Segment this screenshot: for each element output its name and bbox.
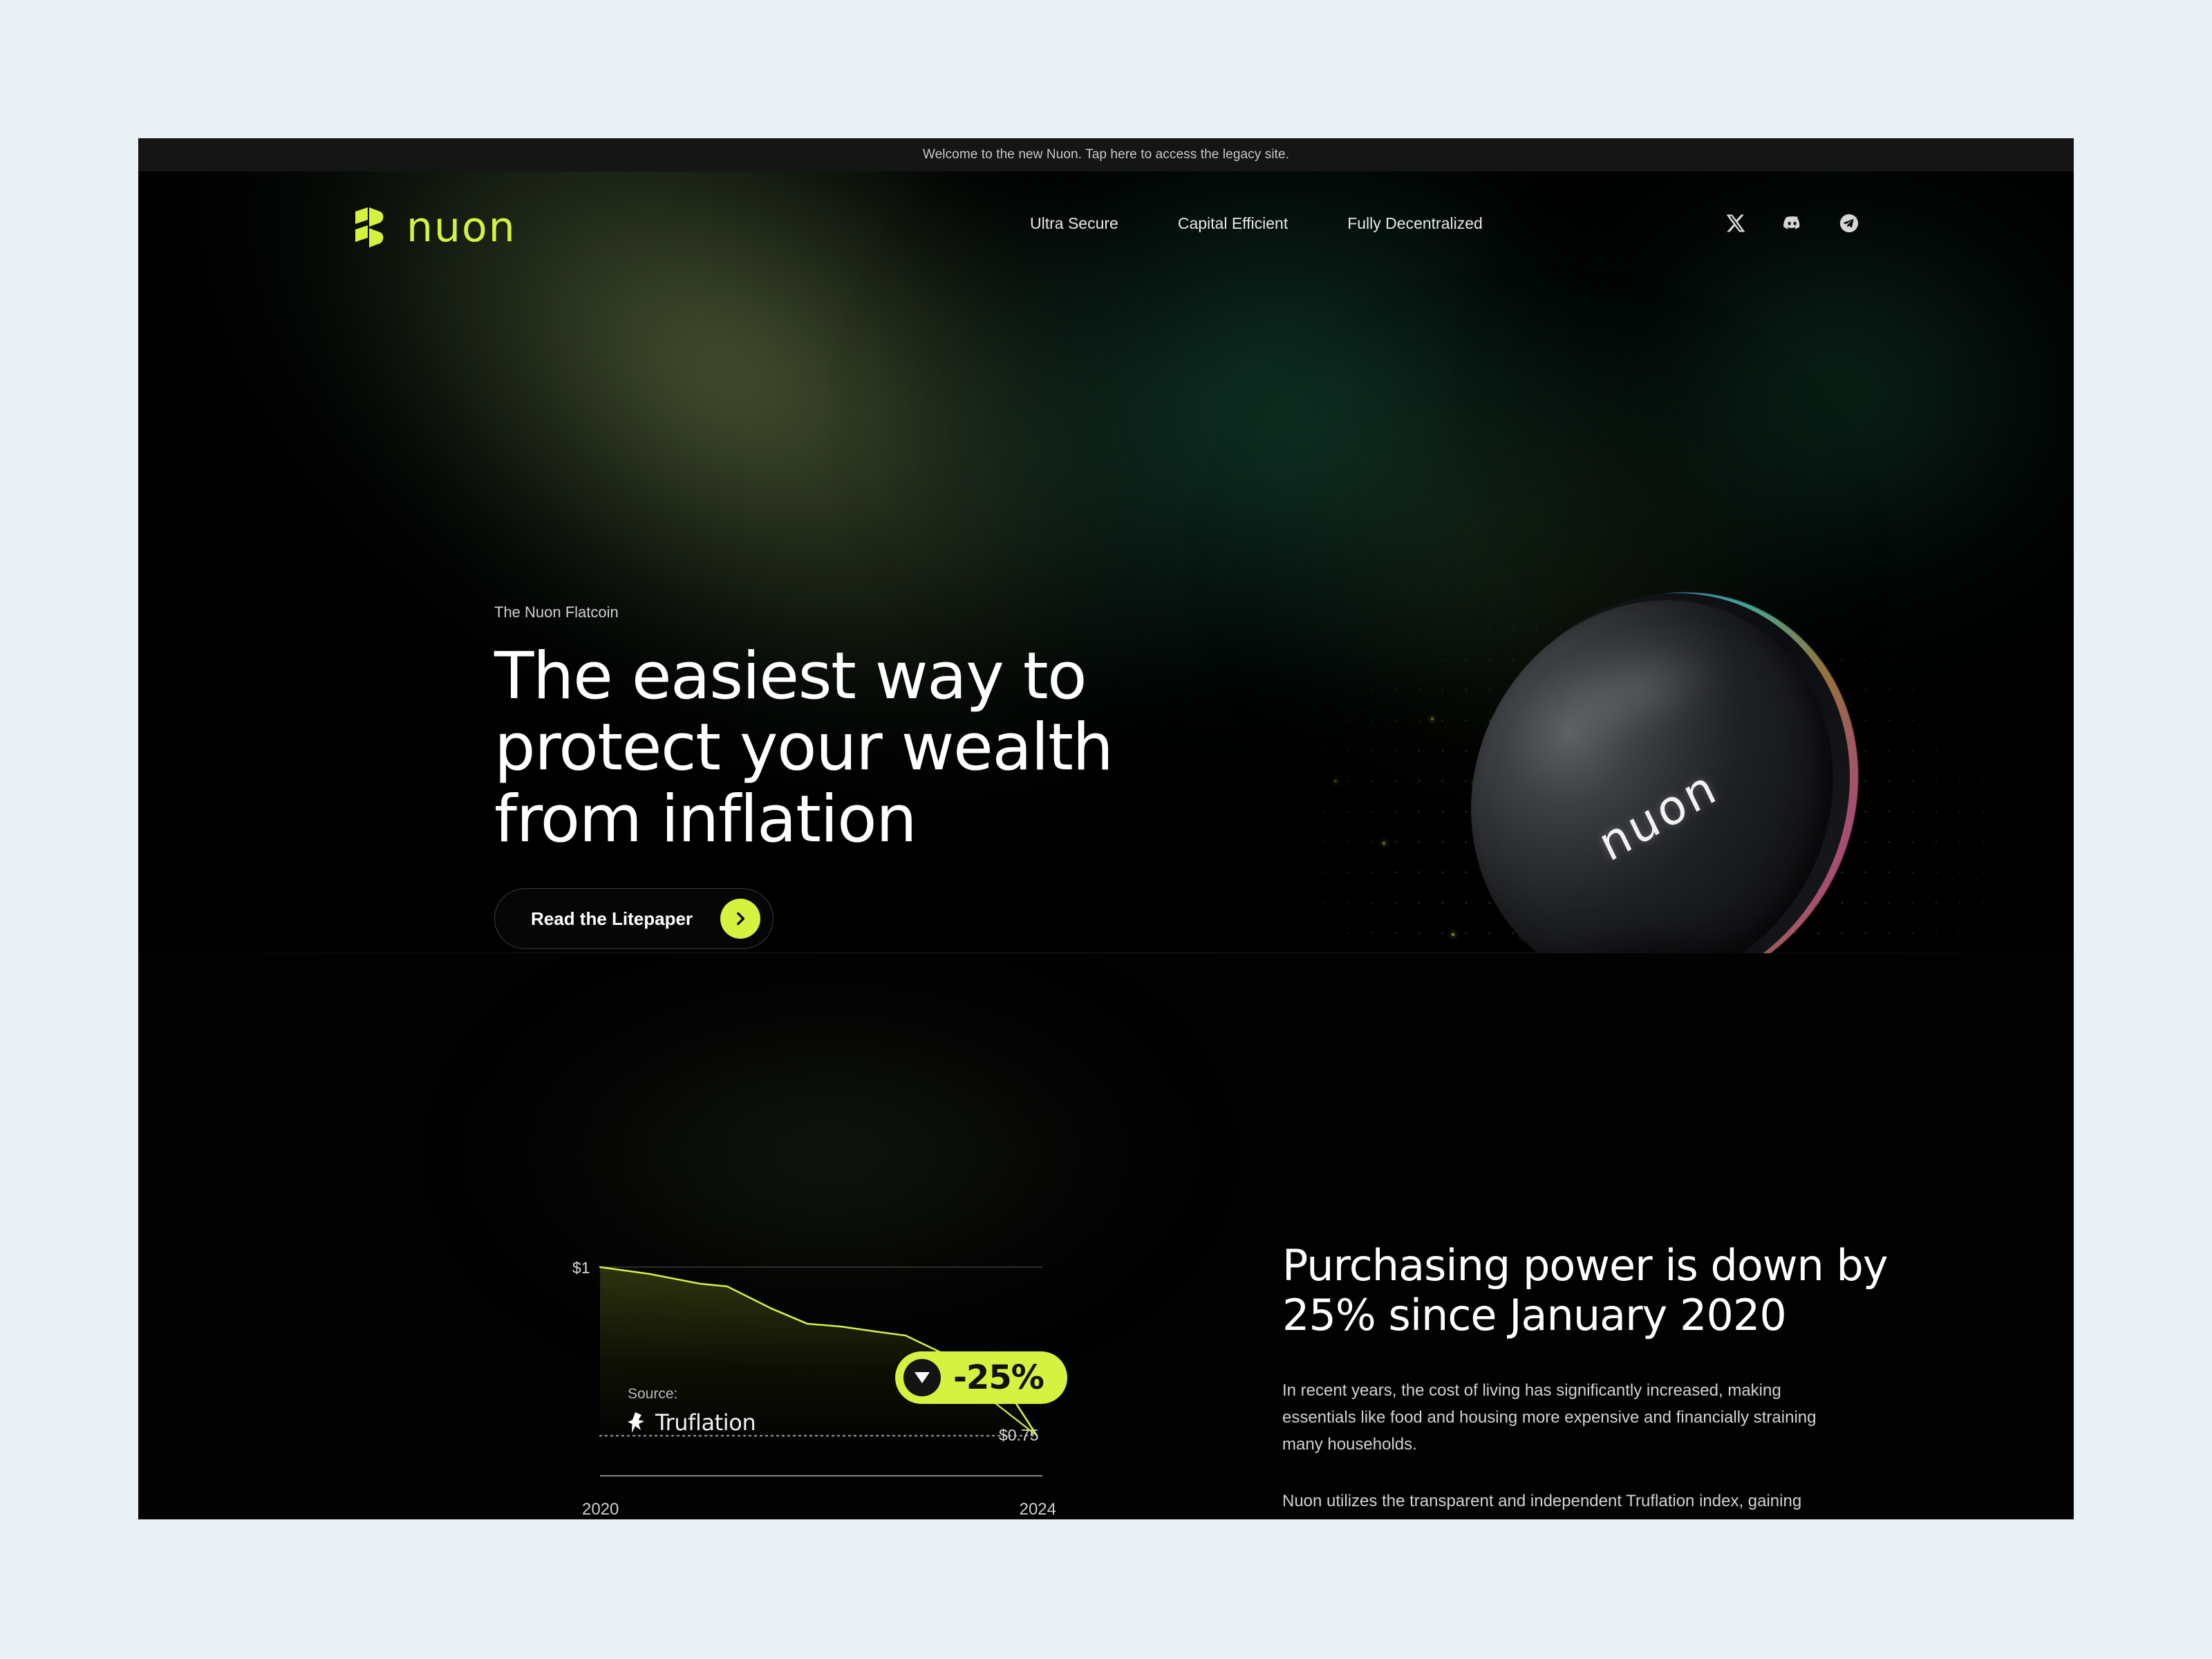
chart-x-label-start: 2020 xyxy=(582,1500,619,1519)
nav-item-fully-decentralized[interactable]: Fully Decentralized xyxy=(1347,214,1483,233)
hero-eyebrow: The Nuon Flatcoin xyxy=(494,603,619,621)
nav-item-ultra-secure[interactable]: Ultra Secure xyxy=(1030,214,1118,233)
chart-source-name: Truflation xyxy=(655,1409,756,1436)
coin-logo-text-wrap: nuon xyxy=(1405,545,1911,953)
primary-nav: Ultra Secure Capital Efficient Fully Dec… xyxy=(1030,214,1483,233)
announcement-text: Welcome to the new Nuon. Tap here to acc… xyxy=(922,147,1290,162)
social-links xyxy=(1725,213,1859,234)
truflation-brand: Truflation xyxy=(628,1409,756,1436)
discord-icon[interactable] xyxy=(1782,213,1803,234)
logo[interactable]: nuon xyxy=(353,206,516,249)
nuon-mark-icon xyxy=(355,207,384,247)
site-frame: Welcome to the new Nuon. Tap here to acc… xyxy=(138,138,2074,1519)
chart-y-top-label: $1 xyxy=(572,1259,590,1277)
hero-section: nuon Ultra Secure Capital Efficient Full… xyxy=(138,171,2074,953)
inflation-paragraph-1: In recent years, the cost of living has … xyxy=(1282,1380,1817,1454)
triangle-down-icon xyxy=(903,1359,941,1396)
change-badge: -25% xyxy=(895,1351,1067,1404)
arrow-right-icon xyxy=(720,899,761,939)
hero-headline: The easiest way to protect your wealth f… xyxy=(494,639,1114,857)
inflation-paragraph-2: Nuon utilizes the transparent and indepe… xyxy=(1282,1492,1802,1519)
inflation-heading: Purchasing power is down by 25% since Ja… xyxy=(1282,1240,1888,1340)
coin-logo-text: nuon xyxy=(1590,758,1727,873)
chart-x-labels: 2020 2024 xyxy=(581,1500,1058,1519)
nuon-coin-graphic: nuon xyxy=(1423,529,1909,953)
purchasing-power-chart: $1 $0.75 Source: Truflation -25% 2020 20… xyxy=(572,1255,1067,1519)
chart-source: Source: Truflation xyxy=(628,1386,756,1436)
truflation-logo-icon xyxy=(628,1412,644,1433)
hero-copy: The Nuon Flatcoin The easiest way to pro… xyxy=(494,603,1114,950)
logo-wordmark: nuon xyxy=(406,203,516,252)
announcement-bar[interactable]: Welcome to the new Nuon. Tap here to acc… xyxy=(138,138,2074,171)
nav-item-capital-efficient[interactable]: Capital Efficient xyxy=(1178,214,1288,233)
read-litepaper-label: Read the Litepaper xyxy=(531,908,693,929)
chart-y-bottom-label: $0.75 xyxy=(999,1426,1039,1444)
site-header: nuon Ultra Secure Capital Efficient Full… xyxy=(138,171,2074,289)
change-badge-value: -25% xyxy=(953,1358,1044,1397)
chart-x-label-end: 2024 xyxy=(1019,1500,1056,1519)
x-twitter-icon[interactable] xyxy=(1725,213,1746,234)
read-litepaper-button[interactable]: Read the Litepaper xyxy=(494,888,774,950)
chart-source-label: Source: xyxy=(628,1386,678,1402)
inflation-copy: Purchasing power is down by 25% since Ja… xyxy=(1282,1241,1932,1519)
telegram-icon[interactable] xyxy=(1839,213,1859,234)
